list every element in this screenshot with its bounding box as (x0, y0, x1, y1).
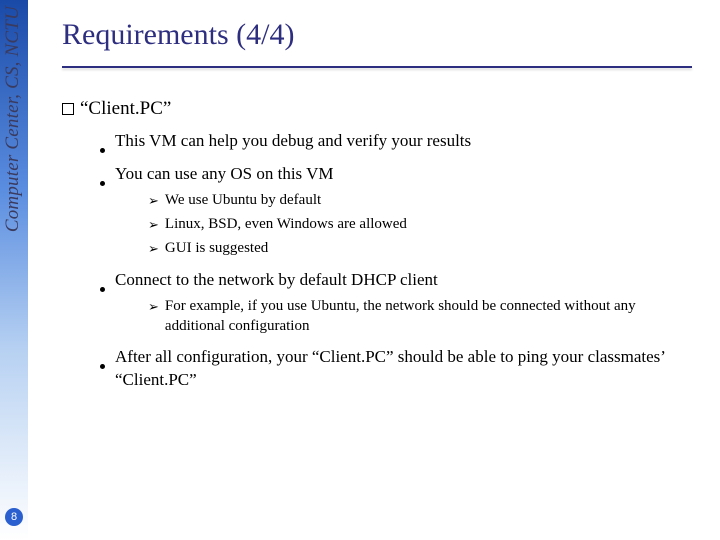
bullet-level2: Connect to the network by default DHCP c… (100, 269, 696, 292)
slide: Computer Center, CS, NCTU 8 Requirements… (0, 0, 720, 540)
arrow-bullet-icon: ➢ (148, 192, 159, 210)
bullet-text: After all configuration, your “Client.PC… (115, 346, 696, 392)
bullet-text: This VM can help you debug and verify yo… (115, 130, 696, 153)
bullet-text: We use Ubuntu by default (165, 190, 696, 210)
content-area: Requirements (4/4) “Client.PC” This VM c… (62, 18, 696, 392)
checkbox-bullet-icon (62, 103, 74, 115)
arrow-bullet-icon: ➢ (148, 240, 159, 258)
bullet-level2: After all configuration, your “Client.PC… (100, 346, 696, 392)
body: “Client.PC” This VM can help you debug a… (62, 98, 696, 392)
topic-text: “Client.PC” (80, 98, 171, 120)
bullet-text: For example, if you use Ubuntu, the netw… (165, 296, 696, 337)
bullet-level3: ➢ GUI is suggested (148, 238, 696, 258)
sidebar-strip: Computer Center, CS, NCTU 8 (0, 0, 28, 540)
dot-bullet-icon (100, 148, 105, 153)
bullet-level1: “Client.PC” (62, 98, 696, 120)
arrow-bullet-icon: ➢ (148, 216, 159, 234)
page-number-badge: 8 (5, 508, 23, 526)
bullet-level2: You can use any OS on this VM (100, 163, 696, 186)
sidebar-org-text: Computer Center, CS, NCTU (2, 6, 24, 232)
bullet-text: Linux, BSD, even Windows are allowed (165, 214, 696, 234)
dot-bullet-icon (100, 364, 105, 369)
bullet-level2: This VM can help you debug and verify yo… (100, 130, 696, 153)
arrow-bullet-icon: ➢ (148, 298, 159, 316)
dot-bullet-icon (100, 287, 105, 292)
bullet-level3: ➢ For example, if you use Ubuntu, the ne… (148, 296, 696, 337)
slide-title: Requirements (4/4) (62, 18, 696, 52)
title-underline (62, 66, 692, 68)
bullet-level3: ➢ Linux, BSD, even Windows are allowed (148, 214, 696, 234)
bullet-text: You can use any OS on this VM (115, 163, 696, 186)
page-number: 8 (11, 511, 17, 523)
dot-bullet-icon (100, 181, 105, 186)
bullet-text: Connect to the network by default DHCP c… (115, 269, 696, 292)
bullet-text: GUI is suggested (165, 238, 696, 258)
bullet-level3: ➢ We use Ubuntu by default (148, 190, 696, 210)
